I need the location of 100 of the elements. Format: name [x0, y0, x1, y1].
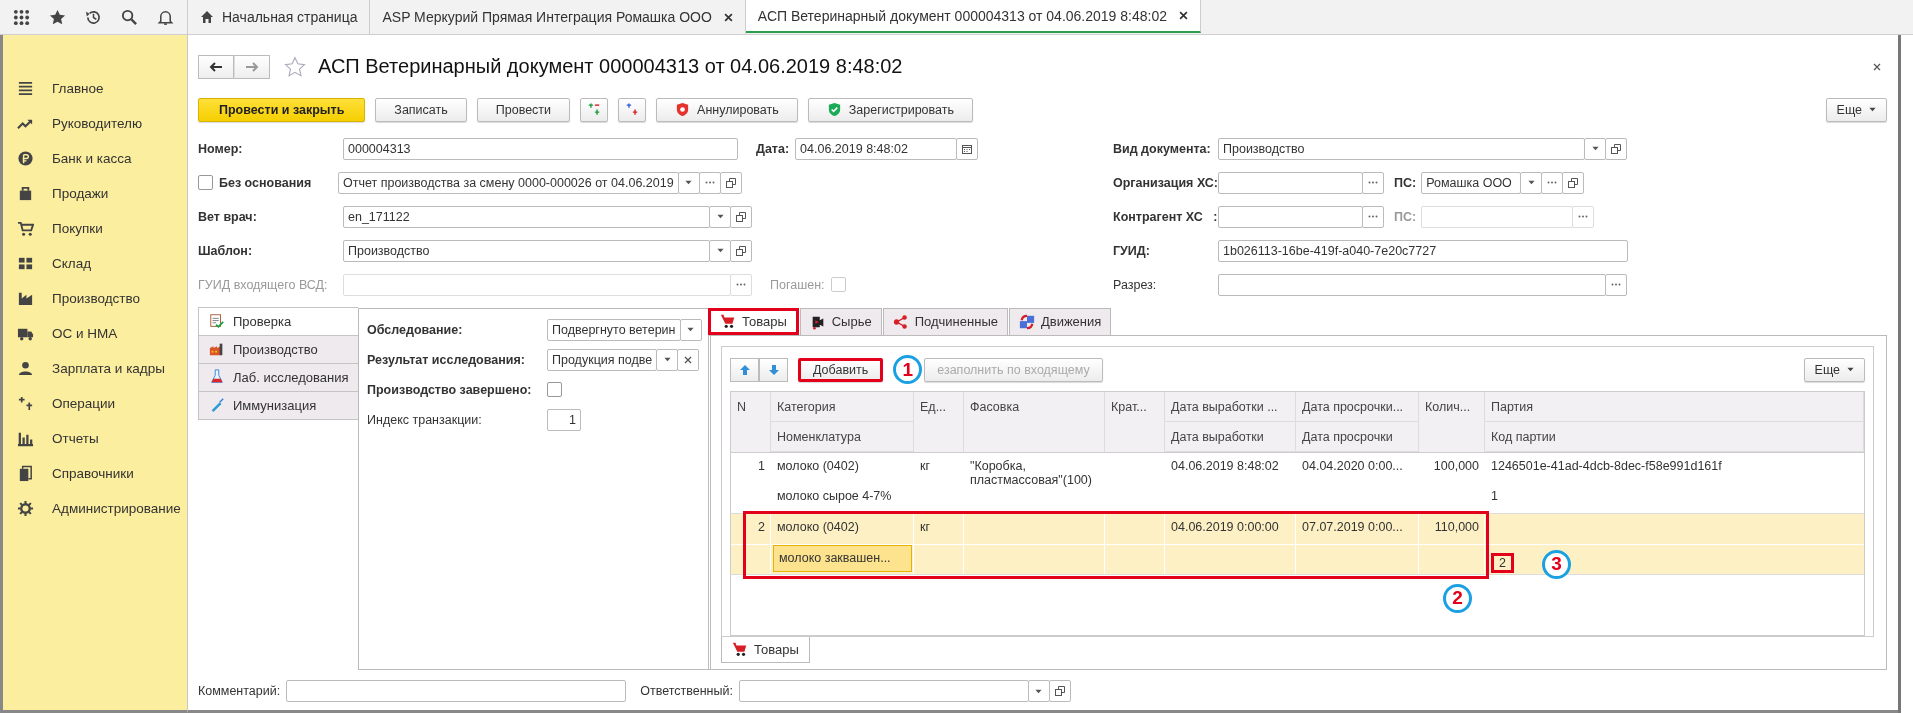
more-button[interactable]: Еще — [1803, 357, 1865, 382]
input-field[interactable] — [1218, 205, 1363, 228]
table-cell-text: 04.06.2019 0:00:00 — [1170, 518, 1280, 536]
column-header[interactable]: Код партии — [1485, 421, 1864, 452]
sidebar-item[interactable]: Производство — [3, 281, 187, 316]
back-button[interactable] — [198, 54, 234, 79]
choose-button[interactable] — [1605, 273, 1627, 296]
sidebar-item[interactable]: Склад — [3, 246, 187, 281]
window-tab[interactable]: АСП Ветеринарный документ 000004313 от 04.06.2019 8:48:02 — [745, 0, 1201, 33]
input-field[interactable]: Продукция подве — [547, 348, 658, 371]
sidebar-item[interactable]: Продажи — [3, 176, 187, 211]
column-header[interactable]: Партия — [1485, 391, 1864, 422]
sidebar-item[interactable]: Администрирование — [3, 491, 187, 526]
toolbar-button[interactable] — [618, 97, 647, 122]
column-header[interactable]: Крат... — [1105, 391, 1165, 452]
input-field[interactable] — [343, 273, 731, 296]
choose-button[interactable] — [1362, 205, 1384, 228]
open-button[interactable] — [719, 171, 742, 194]
sidebar-item[interactable]: Операции — [3, 386, 187, 421]
input-field[interactable]: en_171122 — [343, 205, 710, 228]
dropdown-button[interactable] — [677, 171, 700, 194]
column-header[interactable]: Дата просрочки... — [1296, 391, 1419, 422]
clear-button[interactable] — [677, 348, 700, 371]
open-button[interactable] — [1562, 171, 1585, 194]
column-header[interactable]: N — [731, 391, 771, 452]
close-icon[interactable] — [723, 12, 733, 22]
shield-icon — [675, 102, 691, 118]
column-header[interactable]: Колич... — [1419, 391, 1485, 452]
table-cell[interactable]: молоко заквашен... — [773, 544, 912, 572]
dropdown-button[interactable] — [679, 318, 702, 341]
sidebar-item[interactable]: Отчеты — [3, 421, 187, 456]
input-field[interactable]: 1 — [547, 408, 581, 431]
sidebar-item[interactable]: Руководителю — [3, 106, 187, 141]
input-field[interactable] — [1218, 171, 1363, 194]
star-icon[interactable] — [49, 8, 67, 26]
tab[interactable]: Движения — [1008, 307, 1112, 335]
column-header[interactable]: Дата выработки — [1165, 421, 1296, 452]
apps-icon[interactable] — [13, 8, 31, 26]
column-header[interactable]: Категория — [771, 391, 914, 422]
tab[interactable]: Сырье — [799, 307, 882, 335]
post-and-close-button[interactable]: Провести и закрыть — [198, 97, 366, 122]
open-button[interactable] — [1605, 137, 1627, 160]
side-tab[interactable]: Лаб. исследования — [198, 362, 358, 392]
window-tab[interactable]: Начальная страница — [188, 0, 371, 34]
sidebar-item[interactable]: Главное — [3, 71, 187, 106]
add-button[interactable]: Добавить — [798, 357, 884, 382]
column-header[interactable]: Дата выработки ... — [1165, 391, 1296, 422]
bell-icon[interactable] — [156, 8, 174, 26]
star-icon[interactable] — [284, 55, 306, 78]
checkbox[interactable] — [198, 175, 213, 191]
input-field[interactable] — [1421, 205, 1574, 228]
input-field[interactable] — [738, 680, 1029, 703]
column-header[interactable]: Номенклатура — [771, 421, 914, 452]
choose-button[interactable] — [1362, 171, 1384, 194]
side-tab[interactable]: Проверка — [198, 306, 358, 336]
tab[interactable]: Подчиненные — [882, 307, 1008, 335]
toolbar-button[interactable]: Записать — [375, 97, 467, 122]
choose-button[interactable] — [730, 273, 752, 296]
column-header[interactable]: Фасовка — [964, 391, 1105, 452]
more-button[interactable]: Еще — [1825, 97, 1887, 122]
input-field[interactable]: Ромашка ООО — [1421, 171, 1522, 194]
side-tab[interactable]: Иммунизация — [198, 390, 358, 420]
dropdown-button[interactable] — [1520, 171, 1543, 194]
calendar-button[interactable] — [956, 137, 979, 160]
tab[interactable]: Товары — [708, 307, 799, 335]
tab[interactable]: Товары — [721, 636, 810, 663]
input-field[interactable] — [286, 680, 627, 703]
side-tab[interactable]: Производство — [198, 334, 358, 364]
toolbar-button[interactable]: Зарегистрировать — [807, 97, 973, 122]
close-icon[interactable] — [1873, 62, 1881, 71]
sidebar-item[interactable]: Зарплата и кадры — [3, 351, 187, 386]
input-field[interactable] — [1218, 273, 1606, 296]
open-button[interactable] — [1048, 680, 1071, 703]
open-button[interactable] — [730, 205, 752, 228]
sidebar-item[interactable]: Покупки — [3, 211, 187, 246]
sidebar-item[interactable]: Справочники — [3, 456, 187, 491]
column-header[interactable]: Ед... — [914, 391, 964, 452]
column-header[interactable]: Дата просрочки — [1296, 421, 1419, 452]
window-tab[interactable]: ASP Меркурий Прямая Интеграция Ромашка ООО — [370, 0, 746, 34]
close-icon[interactable] — [1179, 11, 1188, 20]
input-field[interactable]: Подвергнуто ветерин — [547, 318, 681, 341]
toolbar-button[interactable]: Аннулировать — [656, 97, 798, 122]
input-field[interactable]: 000004313 — [343, 137, 738, 160]
move-down-button[interactable] — [759, 357, 788, 382]
input-field[interactable]: 1b026113-16be-419f-a040-7e20c7727 — [1218, 239, 1628, 262]
input-field[interactable]: 04.06.2019 8:48:02 — [795, 137, 958, 160]
sidebar-item[interactable]: Банк и касса — [3, 141, 187, 176]
shield-icon — [826, 102, 842, 118]
input-field[interactable]: Производство — [343, 239, 710, 262]
choose-button[interactable] — [1572, 205, 1595, 228]
toolbar-button[interactable] — [580, 97, 609, 122]
input-field[interactable]: Производство — [1218, 137, 1585, 160]
open-button[interactable] — [730, 239, 752, 262]
search-icon[interactable] — [120, 8, 138, 26]
checkbox[interactable] — [547, 382, 562, 398]
move-up-button[interactable] — [730, 357, 759, 382]
sidebar-item[interactable]: ОС и НМА — [3, 316, 187, 351]
history-icon[interactable] — [85, 8, 102, 26]
toolbar-button[interactable]: Провести — [476, 97, 571, 122]
input-field[interactable]: Отчет производства за смену 0000-000026 от 04.06.2019 — [338, 171, 679, 194]
